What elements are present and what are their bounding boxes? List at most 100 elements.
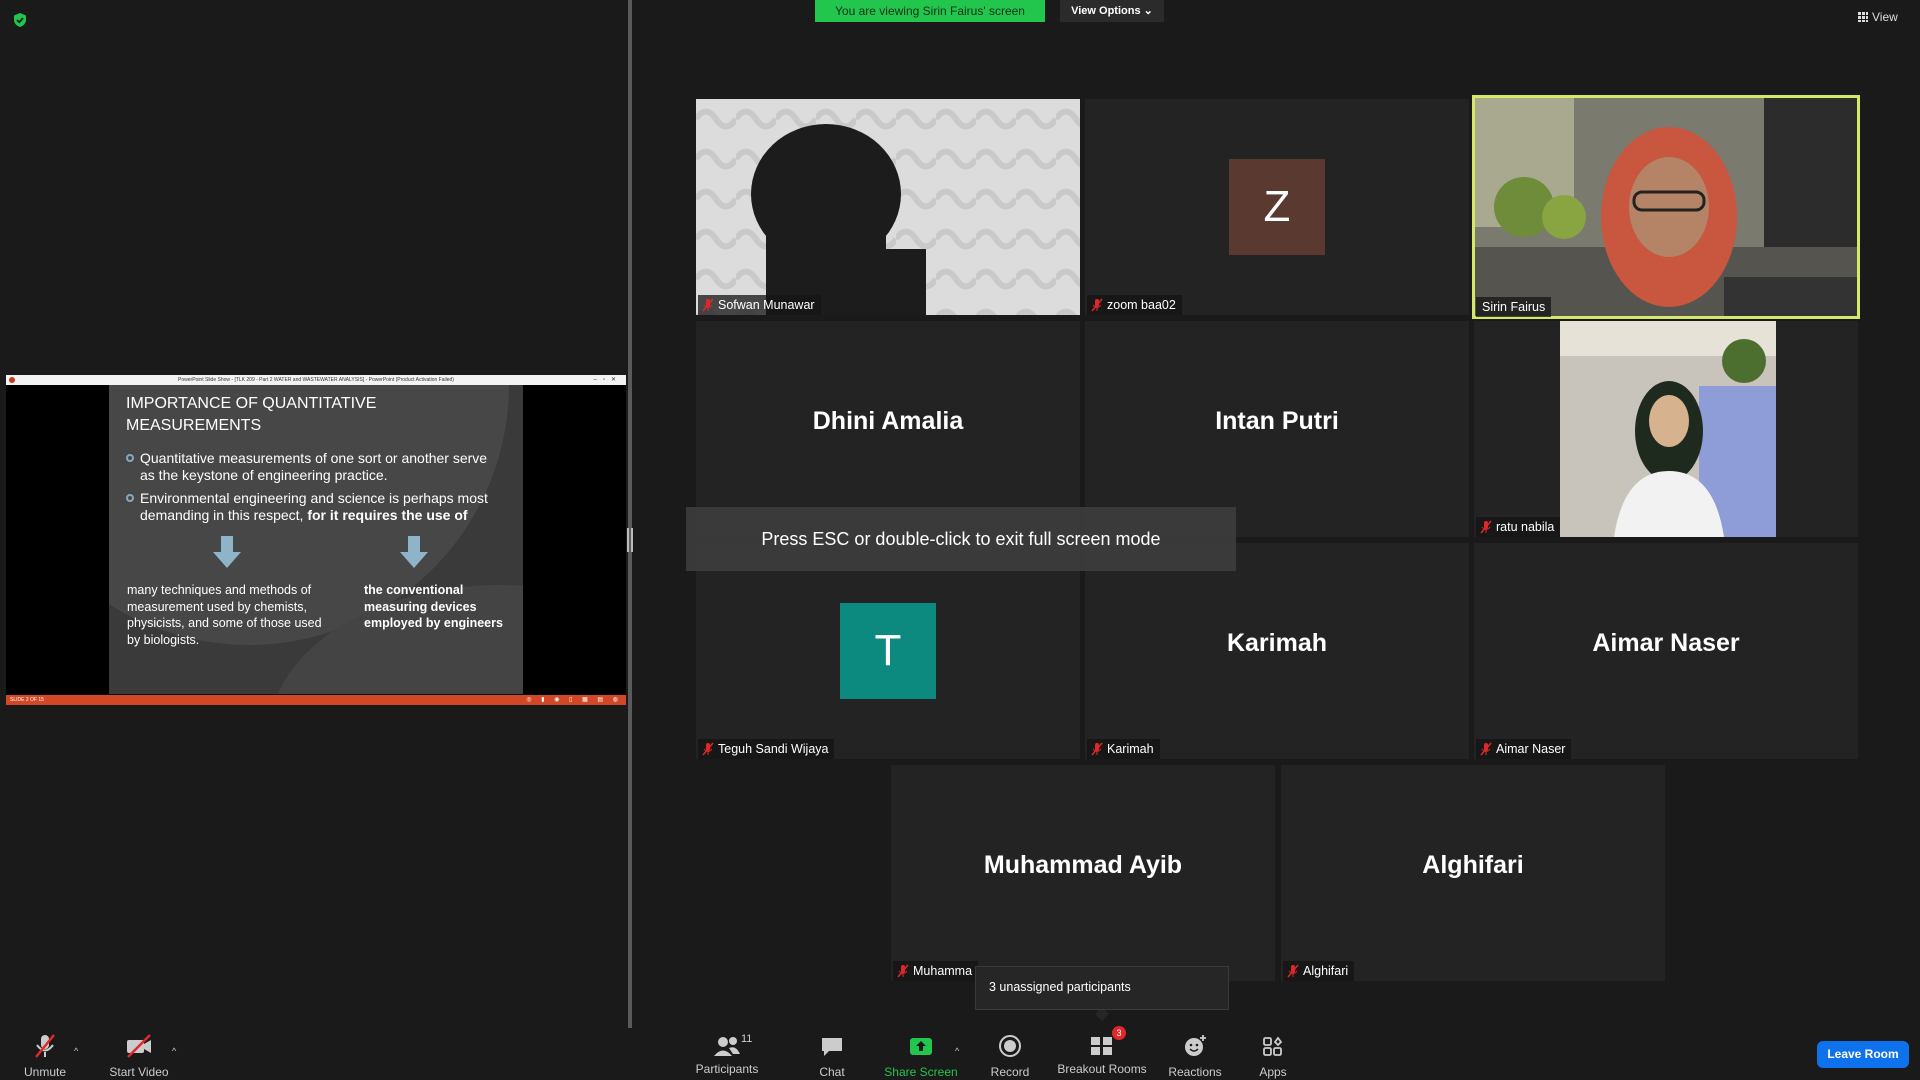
splitter-grip-icon[interactable]	[627, 528, 633, 552]
mic-muted-icon	[1480, 742, 1492, 756]
participant-name: Sirin Fairus	[1482, 300, 1546, 314]
participant-name: ratu nabila	[1496, 520, 1555, 534]
slide-bullet: Quantitative measurements of one sort or…	[126, 450, 501, 484]
window-controls-icon[interactable]: –▫✕	[594, 375, 623, 385]
apps-button[interactable]: Apps	[1250, 1028, 1296, 1080]
unmute-label: Unmute	[23, 1065, 67, 1079]
share-screen-button[interactable]: Share Screen	[880, 1028, 962, 1080]
down-arrow-icon	[400, 536, 428, 568]
ppt-view-icons[interactable]: ◎ ▮ ◉ ▯ ▦ ▤ ◍	[526, 695, 622, 705]
mic-muted-icon	[1091, 298, 1103, 312]
participants-button[interactable]: 11 Participants	[690, 1028, 764, 1080]
chat-icon	[822, 1038, 842, 1056]
chat-button[interactable]: Chat	[808, 1028, 856, 1080]
video-tile-sofwan-munawar[interactable]: Sofwan Munawar	[696, 99, 1080, 315]
video-tile-dhini-amalia[interactable]: Dhini Amalia	[696, 321, 1080, 537]
panel-splitter[interactable]	[628, 0, 632, 1028]
apps-icon	[1263, 1036, 1283, 1056]
apps-label: Apps	[1259, 1065, 1287, 1079]
video-options-caret-icon[interactable]: ^	[172, 1046, 176, 1056]
reactions-smiley-icon	[1185, 1035, 1206, 1056]
breakout-badge: 3	[1112, 1026, 1126, 1040]
view-options-label: View Options	[1071, 5, 1141, 17]
mic-muted-icon	[897, 964, 909, 978]
participant-display-name: Dhini Amalia	[812, 407, 964, 435]
share-screen-icon	[910, 1038, 932, 1055]
participant-video	[1474, 97, 1858, 317]
record-icon	[999, 1035, 1021, 1057]
breakout-rooms-button[interactable]: 3 Breakout Rooms	[1056, 1026, 1148, 1080]
participant-name: Karimah	[1107, 742, 1154, 756]
slide-counter: SLIDE 2 OF 15	[10, 697, 44, 703]
record-button[interactable]: Record	[984, 1028, 1036, 1080]
video-tile-aimar-naser[interactable]: Aimar Naser Aimar Naser	[1474, 543, 1858, 759]
chevron-down-icon: ⌄	[1143, 5, 1153, 17]
participant-name: Sofwan Munawar	[718, 298, 815, 312]
bullet-bold-text: for it requires the use of	[307, 507, 468, 523]
slide-title: IMPORTANCE OF QUANTITATIVE MEASUREMENTS	[126, 395, 377, 434]
participants-icon-group: 11	[697, 1032, 757, 1060]
powerpoint-window: PowerPoint Slide Show - [TLK 209 - Part …	[6, 375, 626, 705]
ppt-titlebar: PowerPoint Slide Show - [TLK 209 - Part …	[6, 375, 626, 385]
video-tile-zoom-baa02[interactable]: Z zoom baa02	[1085, 99, 1469, 315]
participant-label: Muhamma	[893, 961, 979, 981]
unmute-button[interactable]: Unmute	[14, 1028, 76, 1080]
view-button[interactable]: View	[1858, 10, 1898, 24]
participant-display-name: Alghifari	[1422, 851, 1524, 879]
ppt-statusbar: SLIDE 2 OF 15 ◎ ▮ ◉ ▯ ▦ ▤ ◍	[6, 695, 626, 705]
leave-room-button[interactable]: Leave Room	[1817, 1041, 1909, 1068]
mic-muted-icon	[35, 1034, 55, 1058]
avatar: Z	[1229, 159, 1325, 255]
participant-display-name: Karimah	[1226, 629, 1328, 657]
participant-name: Muhamma	[913, 964, 973, 978]
video-off-icon	[127, 1034, 151, 1058]
participant-name: Aimar Naser	[1496, 742, 1566, 756]
participant-label: Sofwan Munawar	[698, 295, 821, 315]
down-arrow-icon	[213, 536, 241, 568]
mic-muted-icon	[1287, 964, 1299, 978]
bullet-text: Quantitative measurements of one sort or…	[140, 450, 488, 483]
start-video-label: Start Video	[109, 1065, 169, 1079]
slide-column-text-bold: the conventional measuring devices emplo…	[364, 583, 503, 630]
participants-icon	[714, 1037, 740, 1056]
reactions-label: Reactions	[1168, 1065, 1222, 1079]
powerpoint-logo-icon	[9, 377, 15, 383]
unassigned-participants-tooltip[interactable]: 3 unassigned participants	[975, 966, 1229, 1010]
share-options-caret-icon[interactable]: ^	[955, 1046, 959, 1056]
participants-count: 11	[741, 1033, 753, 1045]
video-tile-alghifari[interactable]: Alghifari Alghifari	[1281, 765, 1665, 981]
view-label: View	[1872, 10, 1898, 24]
avatar: T	[840, 603, 936, 699]
breakout-icon-wrap: 3	[1088, 1026, 1126, 1060]
record-label: Record	[990, 1065, 1030, 1079]
reactions-button[interactable]: Reactions	[1164, 1028, 1226, 1080]
view-options-button[interactable]: View Options ⌄	[1060, 0, 1164, 22]
mic-muted-icon	[702, 742, 714, 756]
encryption-shield-icon[interactable]	[12, 12, 28, 28]
participant-name: Alghifari	[1303, 964, 1349, 978]
video-tile-karimah[interactable]: Karimah Karimah	[1085, 543, 1469, 759]
mic-muted-icon	[702, 298, 714, 312]
slide-column-text: many techniques and methods of measureme…	[127, 583, 322, 647]
video-tile-intan-putri[interactable]: Intan Putri	[1085, 321, 1469, 537]
start-video-button[interactable]: Start Video	[102, 1028, 176, 1080]
participant-label: Teguh Sandi Wijaya	[698, 739, 835, 759]
bullet-icon	[126, 494, 134, 502]
breakout-rooms-label: Breakout Rooms	[1057, 1062, 1147, 1076]
mic-muted-icon	[1091, 742, 1103, 756]
participant-label: ratu nabila	[1476, 517, 1561, 537]
participant-label: Karimah	[1087, 739, 1160, 759]
audio-options-caret-icon[interactable]: ^	[74, 1046, 78, 1056]
participant-label: Aimar Naser	[1476, 739, 1572, 759]
video-tile-muhammad-ayib[interactable]: Muhammad Ayib Muhamma	[891, 765, 1275, 981]
zoom-meeting-window: PowerPoint Slide Show - [TLK 209 - Part …	[0, 0, 1920, 1080]
share-screen-label: Share Screen	[884, 1065, 958, 1079]
participants-label: Participants	[695, 1062, 759, 1076]
video-tile-sirin-fairus[interactable]: Sirin Fairus	[1472, 95, 1860, 319]
video-tile-teguh-sandi-wijaya[interactable]: T Teguh Sandi Wijaya	[696, 543, 1080, 759]
participant-display-name: Aimar Naser	[1592, 629, 1740, 657]
shared-screen-panel: PowerPoint Slide Show - [TLK 209 - Part …	[0, 0, 628, 1028]
video-tile-ratu-nabila[interactable]: ratu nabila	[1474, 321, 1858, 537]
participant-name: Teguh Sandi Wijaya	[718, 742, 829, 756]
participant-label: Sirin Fairus	[1476, 297, 1552, 317]
